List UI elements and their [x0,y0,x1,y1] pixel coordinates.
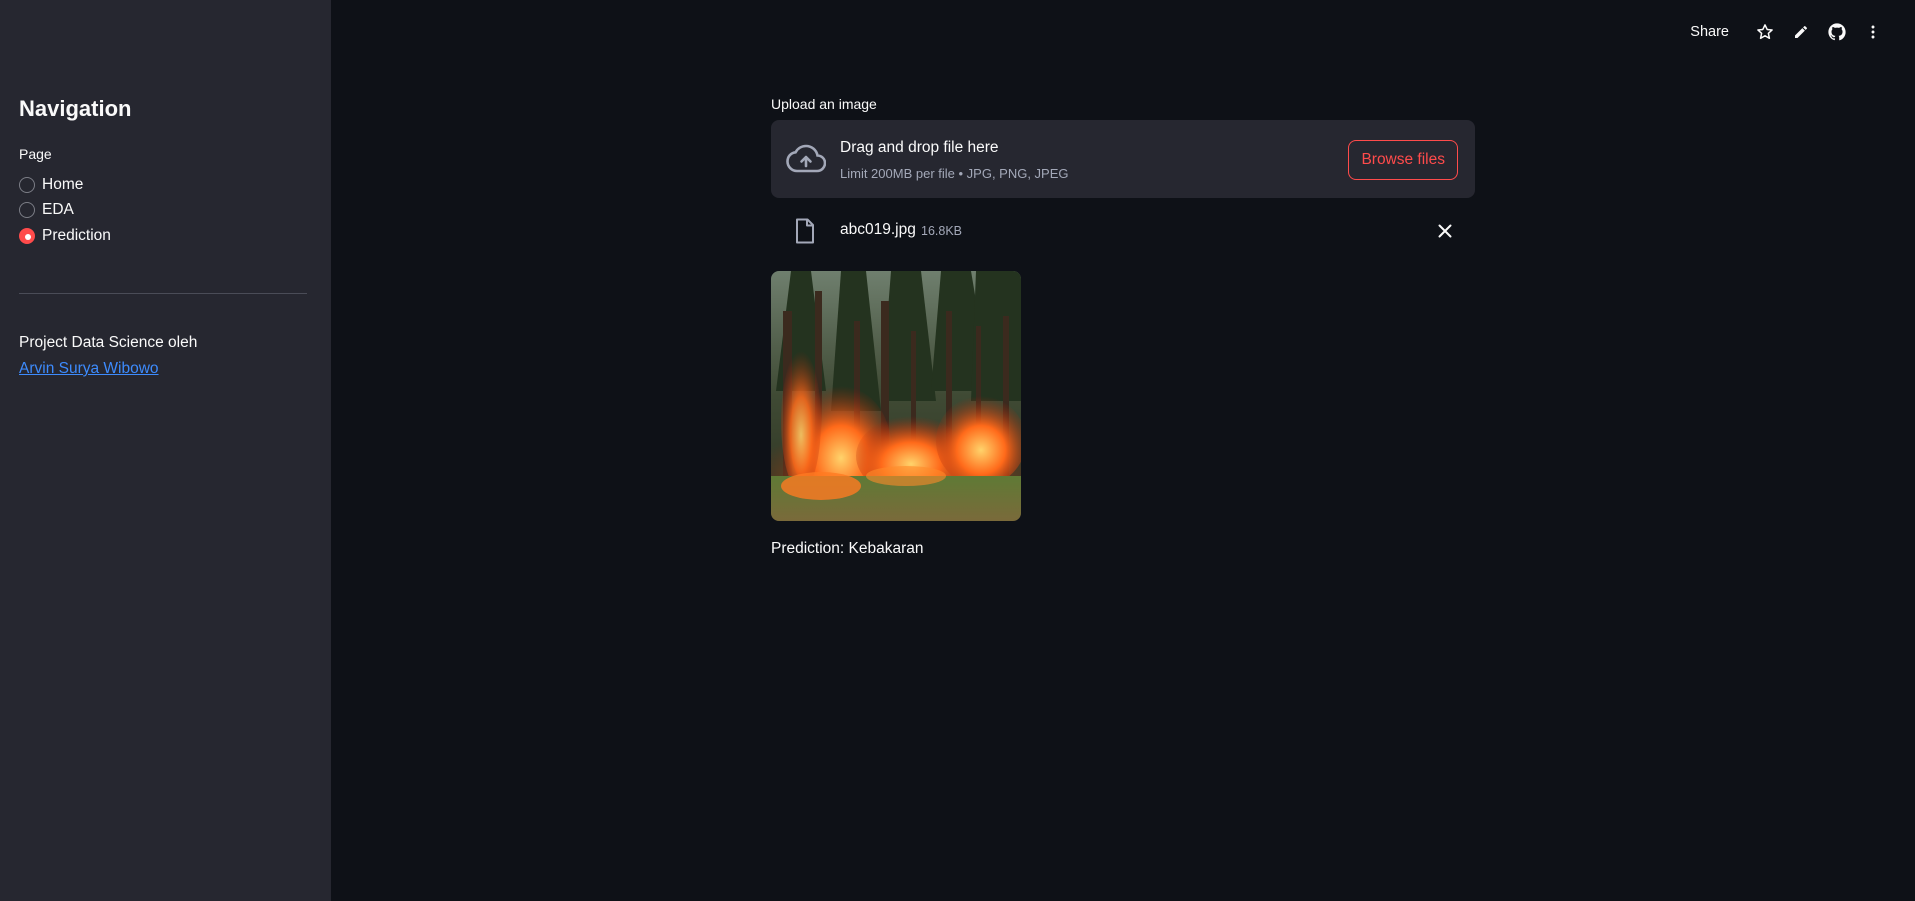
dropzone-title: Drag and drop file here [840,139,999,156]
credit-block: Project Data Science oleh Arvin Surya Wi… [19,330,197,382]
forest-fire-image [771,271,1021,521]
star-icon[interactable] [1747,18,1783,46]
radio-button[interactable] [19,176,35,193]
author-link[interactable]: Arvin Surya Wibowo [19,360,159,377]
app-root: Navigation Page Home EDA Prediction Proj… [0,0,1915,901]
share-button[interactable]: Share [1690,24,1729,40]
file-dropzone[interactable]: Drag and drop file here Limit 200MB per … [771,120,1475,198]
radio-button-selected[interactable] [19,227,35,244]
sidebar-title: Navigation [19,96,132,121]
uploaded-image [771,271,1021,521]
file-name: abc019.jpg [840,221,916,238]
file-icon [796,218,814,244]
radio-option-label: Home [42,175,84,193]
sidebar: Navigation Page Home EDA Prediction Proj… [0,0,331,901]
radio-option-home[interactable]: Home [19,172,111,198]
page-radio-label: Page [19,146,52,162]
github-icon[interactable] [1819,18,1855,46]
upload-label: Upload an image [771,96,877,112]
uploaded-file-row: abc019.jpg 16.8KB [771,214,1475,248]
radio-button[interactable] [19,202,35,219]
pencil-icon[interactable] [1783,18,1819,46]
radio-option-label: EDA [42,201,74,219]
browse-files-button[interactable]: Browse files [1348,140,1458,180]
more-vertical-icon[interactable] [1855,18,1891,46]
file-size: 16.8KB [921,224,963,238]
radio-option-prediction[interactable]: Prediction [19,223,111,249]
prediction-result: Prediction: Kebakaran [771,540,924,557]
cloud-upload-icon [786,144,826,173]
dropzone-subtitle: Limit 200MB per file • JPG, PNG, JPEG [840,166,1069,181]
page-radio-group: Home EDA Prediction [19,172,111,249]
radio-option-label: Prediction [42,226,111,244]
sidebar-divider [19,293,307,294]
credit-text: Project Data Science oleh [19,334,198,351]
close-icon[interactable] [1437,223,1453,239]
top-toolbar: Share [1690,18,1891,46]
radio-option-eda[interactable]: EDA [19,198,111,224]
